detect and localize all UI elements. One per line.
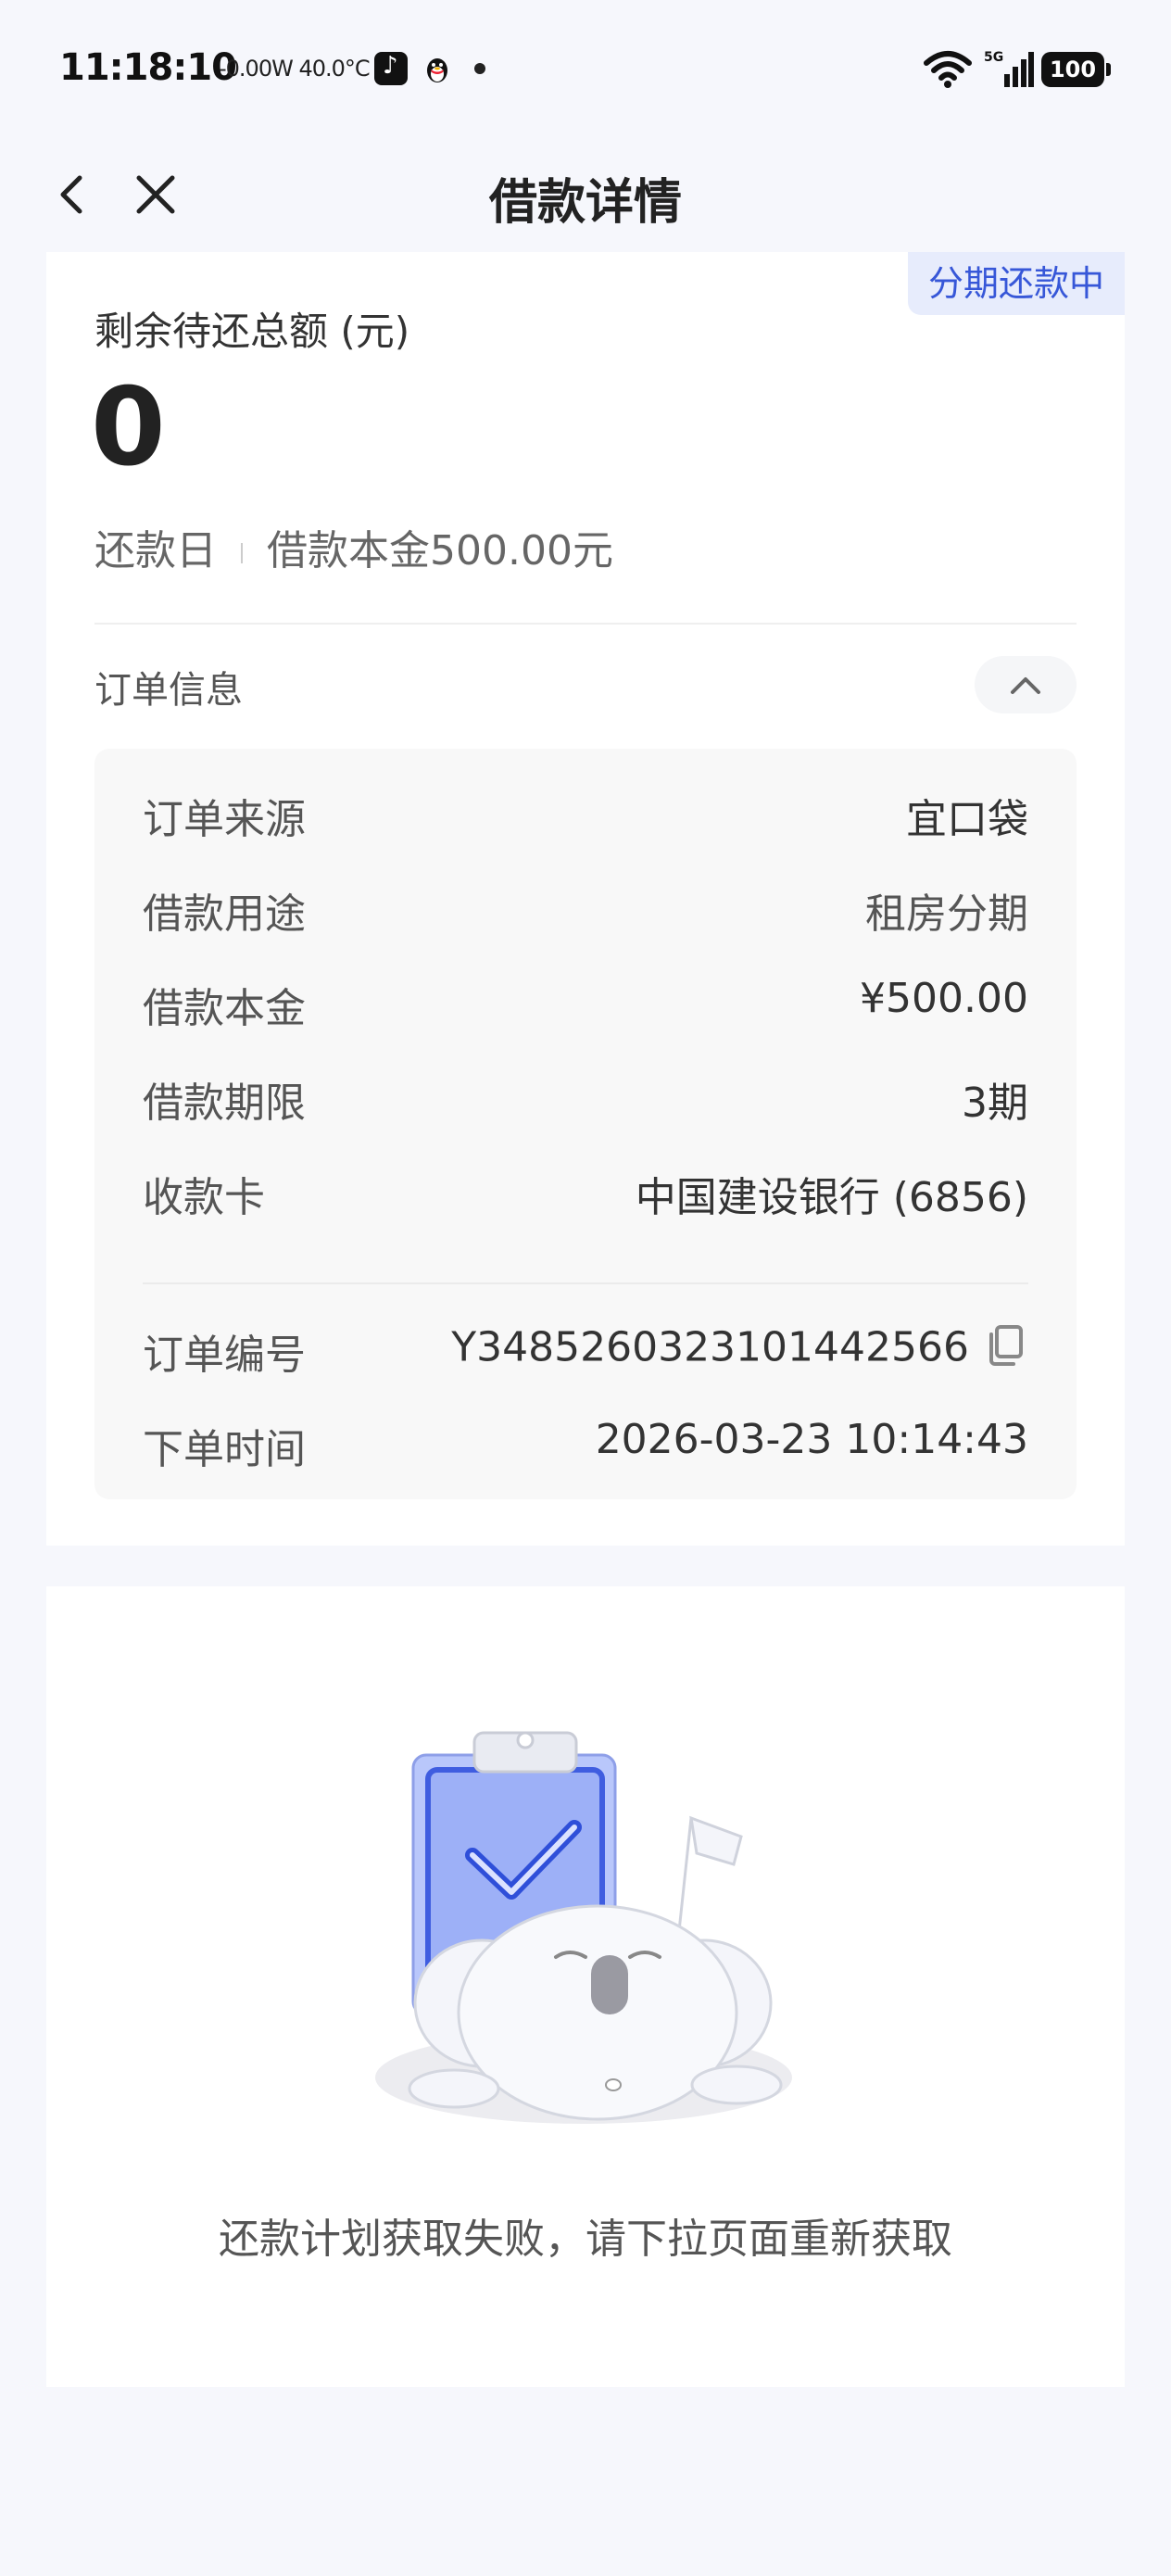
info-row-principal: 借款本金 ¥500.00 [143,975,1028,1040]
divider [94,623,1077,625]
copy-button[interactable] [982,1321,1028,1378]
notification-dot-icon [474,63,485,74]
info-value: ¥500.00 [860,975,1028,1022]
info-value: 3期 [962,1080,1028,1127]
repay-day-label: 还款日 [94,527,217,575]
svg-text:5G: 5G [984,50,1003,65]
repayment-plan-card: 还款计划获取失败，请下拉页面重新获取 [46,1586,1125,2387]
info-row-receiving-card: 收款卡 中国建设银行 (6856) [143,1164,1028,1229]
separator [241,543,243,563]
wifi-icon [924,51,972,88]
info-value: 2026-03-23 10:14:43 [595,1416,1028,1463]
info-label: 借款本金 [143,985,306,1032]
info-label: 收款卡 [143,1174,265,1221]
chevron-up-icon [1011,677,1040,694]
loan-summary-card: 分期还款中 剩余待还总额 (元) 0 还款日 借款本金500.00元 订单信息 订… [46,252,1125,1546]
order-info-label: 订单信息 [94,669,243,712]
info-row-order-time: 下单时间 2026-03-23 10:14:43 [143,1416,1028,1481]
page-title: 借款详情 [488,175,682,231]
remaining-amount-label: 剩余待还总额 (元) [94,309,410,354]
info-row-purpose: 借款用途 租房分期 [143,880,1028,945]
info-label: 借款期限 [143,1080,306,1127]
status-metrics: -0.00W 40.0°C [219,56,371,82]
battery-indicator: 100 [1041,52,1111,87]
order-number-value: Y3485260323101442566 [451,1321,1028,1378]
collapse-order-info-button[interactable] [975,656,1077,713]
remaining-amount-value: 0 [91,365,166,490]
status-badge: 分期还款中 [907,252,1125,315]
order-number-text: Y3485260323101442566 [451,1323,969,1371]
status-bar: 11:18:10 -0.00W 40.0°C 5G 100 [0,0,1171,139]
qq-penguin-icon [421,52,454,85]
info-label: 订单来源 [143,796,306,843]
status-time: 11:18:10 [59,46,237,89]
info-row-order-source: 订单来源 宜口袋 [143,786,1028,851]
empty-state-koala-illustration [375,1731,792,2124]
info-row-order-number: 订单编号 Y3485260323101442566 [143,1321,1028,1386]
divider [143,1282,1028,1284]
info-value: 宜口袋 [906,796,1028,843]
tiktok-icon [374,52,408,85]
repayment-plan-error-message: 还款计划获取失败，请下拉页面重新获取 [219,2216,952,2263]
repay-info-row: 还款日 借款本金500.00元 [94,517,613,576]
info-label: 订单编号 [143,1332,306,1379]
info-row-term: 借款期限 3期 [143,1069,1028,1134]
copy-icon [989,1325,1023,1366]
info-value: 租房分期 [865,890,1028,938]
order-info-panel: 订单来源 宜口袋 借款用途 租房分期 借款本金 ¥500.00 借款期限 3期 … [94,749,1077,1499]
navigation-bar: 借款详情 [0,148,1171,241]
cellular-signal-icon: 5G [984,48,1034,93]
info-label: 借款用途 [143,890,306,938]
info-label: 下单时间 [143,1426,306,1473]
info-value: 中国建设银行 (6856) [635,1174,1028,1221]
principal-text: 借款本金500.00元 [267,527,613,575]
